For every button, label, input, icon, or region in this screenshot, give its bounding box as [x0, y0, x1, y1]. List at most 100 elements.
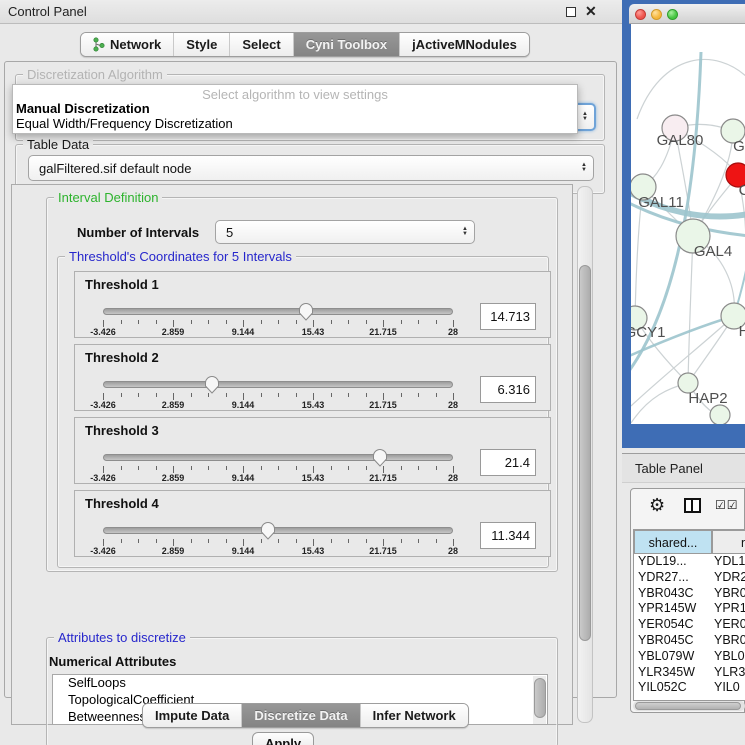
app-root: Control Panel ✕ Network Style SelectCyni T…: [0, 0, 745, 745]
threshold-value-field[interactable]: 11.344: [480, 522, 536, 549]
table-panel-title: Table Panel: [635, 461, 703, 476]
cell-shared-name: YBL079W: [638, 649, 694, 663]
discretization-algorithm-title: Discretization Algorithm: [23, 67, 167, 82]
threshold-label: Threshold 4: [85, 496, 159, 511]
scrollbar-thumb[interactable]: [534, 678, 546, 718]
slider-tick-labels: -3.4262.8599.14415.4321.71528: [103, 400, 453, 410]
attributes-scrollbar[interactable]: [533, 676, 546, 725]
cell-name: YIL0: [714, 680, 740, 694]
combo-arrows-icon: ▲▼: [581, 163, 587, 173]
panel-title: Control Panel: [8, 4, 87, 19]
network-view-window[interactable]: GAL80 G. C GAL11 GAL4 GCY1 H HAP2: [622, 0, 745, 448]
threshold-value-field[interactable]: 21.4: [480, 449, 536, 476]
scrollbar-thumb[interactable]: [635, 702, 741, 710]
slider-thumb[interactable]: [298, 302, 314, 321]
table-row[interactable]: YBR043CYBR0: [634, 586, 745, 602]
panel-vertical-scrollbar[interactable]: [577, 186, 593, 723]
svg-text:C: C: [739, 182, 745, 199]
network-window-titlebar[interactable]: [629, 4, 745, 24]
attribute-list-item[interactable]: SelfLoops: [53, 675, 547, 692]
cell-shared-name: YBR043C: [638, 586, 694, 600]
tab-label: Discretize Data: [254, 708, 347, 723]
checkbox-checked-icons[interactable]: ☑☑: [715, 498, 739, 512]
cell-name: YDR2: [714, 570, 745, 584]
threshold-block: Threshold 4 -3.4262.8599.14415.4321.71528…: [74, 490, 551, 557]
apply-button[interactable]: Apply: [252, 732, 314, 745]
close-traffic-light-icon[interactable]: [635, 9, 646, 20]
popup-item[interactable]: Equal Width/Frequency Discretization: [13, 116, 577, 131]
table-data-combo[interactable]: galFiltered.sif default node ▲▼: [28, 155, 594, 181]
tab-cyni-toolbox[interactable]: Cyni Toolbox: [294, 33, 400, 56]
tab-select[interactable]: Select: [230, 33, 293, 56]
cell-name: YPR1: [714, 601, 745, 615]
tab-discretize-data[interactable]: Discretize Data: [242, 704, 360, 727]
close-icon[interactable]: ✕: [585, 3, 597, 20]
svg-text:GAL11: GAL11: [638, 194, 684, 211]
threshold-label: Threshold 3: [85, 423, 159, 438]
split-pane-icon[interactable]: [684, 498, 701, 513]
zoom-traffic-light-icon[interactable]: [667, 9, 678, 20]
tab-impute-data[interactable]: Impute Data: [143, 704, 242, 727]
cell-shared-name: YIL052C: [638, 680, 687, 694]
cell-shared-name: YDR27...: [638, 570, 689, 584]
slider-track[interactable]: [103, 527, 453, 534]
tab-jactivemnodules[interactable]: jActiveMNodules: [400, 33, 529, 56]
svg-text:H: H: [739, 323, 745, 340]
attributes-title: Attributes to discretize: [54, 630, 190, 645]
attributes-group: Attributes to discretize Numerical Attri…: [46, 637, 558, 745]
control-panel-titlebar: Control Panel ✕: [0, 0, 622, 24]
slider-tick-labels: -3.4262.8599.14415.4321.71528: [103, 546, 453, 556]
svg-text:GCY1: GCY1: [631, 324, 665, 341]
table-panel: ⚙ ☑☑ shared... na YDL19...YDL1YDR27...YD…: [630, 488, 745, 713]
column-header-name[interactable]: na: [712, 530, 745, 554]
thresholds-group: Threshold's Coordinates for 5 Intervals …: [57, 256, 549, 568]
gear-icon[interactable]: ⚙: [649, 495, 665, 516]
table-row[interactable]: YIL052C YIL0: [634, 680, 745, 696]
table-row[interactable]: YPR145W YPR1: [634, 601, 745, 617]
svg-text:HAP2: HAP2: [688, 390, 727, 407]
top-tab-bar: Network Style SelectCyni ToolboxjActiveMNo…: [80, 32, 530, 57]
table-data-combo-value: galFiltered.sif default node: [29, 161, 191, 176]
threshold-block: Threshold 3-3.4262.8599.14415.4321.71528…: [74, 417, 551, 484]
slider-track[interactable]: [103, 308, 453, 315]
scrollbar-thumb[interactable]: [579, 265, 591, 641]
tab-label: Style: [186, 37, 217, 52]
cell-name: YER0: [714, 617, 745, 631]
table-horizontal-scrollbar[interactable]: [633, 701, 745, 711]
svg-text:GAL4: GAL4: [694, 243, 732, 260]
threshold-block: Threshold 2-3.4262.8599.14415.4321.71528…: [74, 344, 551, 411]
slider-track[interactable]: [103, 454, 453, 461]
tab-network[interactable]: Network: [81, 33, 174, 56]
table-row[interactable]: YDL19...YDL1: [634, 554, 745, 570]
cell-shared-name: YLR345W: [638, 665, 695, 679]
table-row[interactable]: YLR345WYLR3: [634, 665, 745, 681]
num-intervals-combo[interactable]: 5 ▲▼: [215, 220, 475, 244]
threshold-value-field[interactable]: 6.316: [480, 376, 536, 403]
slider-thumb[interactable]: [260, 521, 276, 540]
slider-thumb[interactable]: [204, 375, 220, 394]
svg-text:G.: G.: [733, 138, 745, 155]
table-row[interactable]: YBL079WYBL0: [634, 649, 745, 665]
slider-thumb[interactable]: [372, 448, 388, 467]
cell-shared-name: YER054C: [638, 617, 694, 631]
bottom-tab-bar: Impute Data Discretize Data Infer Network: [142, 703, 469, 728]
threshold-value-field[interactable]: 14.713: [480, 303, 536, 330]
network-canvas[interactable]: GAL80 G. C GAL11 GAL4 GCY1 H HAP2: [631, 24, 745, 424]
popup-item[interactable]: Manual Discretization: [13, 101, 577, 116]
table-data-title: Table Data: [23, 137, 93, 152]
threshold-block: Threshold 1-3.4262.8599.14415.4321.71528…: [74, 271, 551, 338]
slider-tick-labels: -3.4262.8599.14415.4321.71528: [103, 327, 453, 337]
svg-text:GAL80: GAL80: [657, 132, 704, 149]
table-row[interactable]: YER054C YER0: [634, 617, 745, 633]
column-header-shared-name[interactable]: shared...: [634, 530, 712, 554]
node-attribute-table[interactable]: shared... na YDL19...YDL1YDR27... YDR2 YBR…: [633, 529, 745, 701]
float-window-icon[interactable]: [566, 7, 576, 17]
cell-shared-name: YPR145W: [638, 601, 696, 615]
algorithm-dropdown-popup: Select algorithm to view settings Manual…: [12, 84, 578, 134]
tab-style[interactable]: Style: [174, 33, 230, 56]
slider-track[interactable]: [103, 381, 453, 388]
tab-infer-network[interactable]: Infer Network: [361, 704, 468, 727]
table-row[interactable]: YBR045CYBR0: [634, 633, 745, 649]
table-row[interactable]: YDR27... YDR2: [634, 570, 745, 586]
minimize-traffic-light-icon[interactable]: [651, 9, 662, 20]
